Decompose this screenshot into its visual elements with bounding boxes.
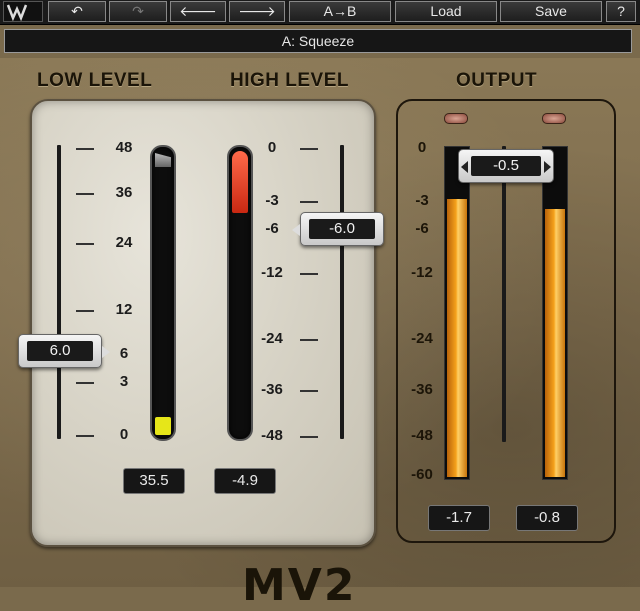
output-slider-handle[interactable]: -0.5 — [458, 149, 554, 183]
low-level-readout: 35.5 — [123, 468, 185, 494]
tick-label: 24 — [115, 234, 133, 251]
low-level-title: LOW LEVEL — [37, 70, 153, 91]
help-button[interactable]: ? — [606, 1, 636, 22]
tick-mark — [76, 310, 94, 312]
low-level-slider-handle[interactable]: 6.0 — [18, 334, 110, 368]
preset-name-bar[interactable]: A: Squeeze — [4, 29, 632, 53]
output-title: OUTPUT — [456, 70, 538, 91]
low-level-meter-fill — [155, 417, 171, 435]
slider-pointer-icon — [292, 224, 300, 236]
tick-label: 48 — [115, 139, 133, 156]
low-level-meter — [150, 145, 176, 441]
tick-label: 0 — [119, 426, 129, 443]
tick-label: 6 — [119, 345, 129, 362]
tick-label: -48 — [411, 427, 433, 444]
level-plate — [30, 99, 376, 547]
arrow-left-icon: 🡐 — [179, 3, 217, 19]
tick-label: -24 — [411, 330, 433, 347]
tick-label: -24 — [261, 330, 283, 347]
tick-mark — [300, 201, 318, 203]
meter-cap — [155, 153, 171, 167]
tick-label: -36 — [261, 381, 283, 398]
tick-label: -3 — [415, 192, 429, 209]
ab-compare-button[interactable]: A→B — [289, 1, 391, 22]
tick-label: 0 — [417, 139, 427, 156]
tick-mark — [76, 193, 94, 195]
toolbar: ↶ ↷ 🡐 🡒 A→B Load Save ? — [0, 0, 640, 25]
tick-mark — [76, 435, 94, 437]
output-meter-right-fill — [545, 209, 565, 477]
high-level-meter — [227, 145, 253, 441]
output-slider-track[interactable] — [502, 146, 506, 442]
clip-led-left[interactable] — [444, 113, 468, 124]
output-readout-right: -0.8 — [516, 505, 578, 531]
low-level-slider-track[interactable] — [57, 145, 61, 439]
low-level-slider-value: 6.0 — [27, 341, 93, 361]
tick-label: -6 — [265, 220, 279, 237]
waves-logo-icon — [3, 1, 43, 22]
high-level-slider-value: -6.0 — [309, 219, 375, 239]
tick-label: -60 — [411, 466, 433, 483]
brand-logo: MV2 — [242, 560, 357, 611]
slider-pointer-right-icon — [544, 161, 551, 173]
tick-mark — [76, 243, 94, 245]
tick-mark — [300, 390, 318, 392]
redo-icon: ↷ — [132, 3, 144, 19]
tick-mark — [300, 273, 318, 275]
output-meter-left-fill — [447, 199, 467, 477]
tick-label: -48 — [261, 427, 283, 444]
tick-label: -12 — [411, 264, 433, 281]
tick-label: 3 — [119, 373, 129, 390]
high-level-meter-fill — [232, 151, 248, 213]
tick-label: -36 — [411, 381, 433, 398]
high-level-slider-handle[interactable]: -6.0 — [292, 212, 384, 246]
output-slider-value: -0.5 — [471, 156, 541, 176]
slider-pointer-icon — [102, 346, 110, 358]
tick-mark — [76, 382, 94, 384]
undo-icon: ↶ — [71, 3, 83, 19]
clip-led-right[interactable] — [542, 113, 566, 124]
tick-label: -3 — [265, 192, 279, 209]
output-readout-left: -1.7 — [428, 505, 490, 531]
high-level-title: HIGH LEVEL — [230, 70, 350, 91]
tick-mark — [300, 148, 318, 150]
redo-button[interactable]: ↷ — [109, 1, 167, 22]
next-preset-button[interactable]: 🡒 — [229, 1, 285, 22]
tick-label: 36 — [115, 184, 133, 201]
prev-preset-button[interactable]: 🡐 — [170, 1, 226, 22]
output-meter-right — [542, 146, 568, 480]
tick-label: -12 — [261, 264, 283, 281]
output-meter-left — [444, 146, 470, 480]
tick-mark — [76, 148, 94, 150]
tick-label: 12 — [115, 301, 133, 318]
slider-pointer-left-icon — [461, 161, 468, 173]
load-button[interactable]: Load — [395, 1, 497, 22]
tick-mark — [300, 436, 318, 438]
tick-label: -6 — [415, 220, 429, 237]
save-button[interactable]: Save — [500, 1, 602, 22]
tick-mark — [300, 339, 318, 341]
high-level-readout: -4.9 — [214, 468, 276, 494]
high-level-slider-track[interactable] — [340, 145, 344, 439]
arrow-right-icon: 🡒 — [238, 3, 276, 19]
tick-label: 0 — [267, 139, 277, 156]
undo-button[interactable]: ↶ — [48, 1, 106, 22]
